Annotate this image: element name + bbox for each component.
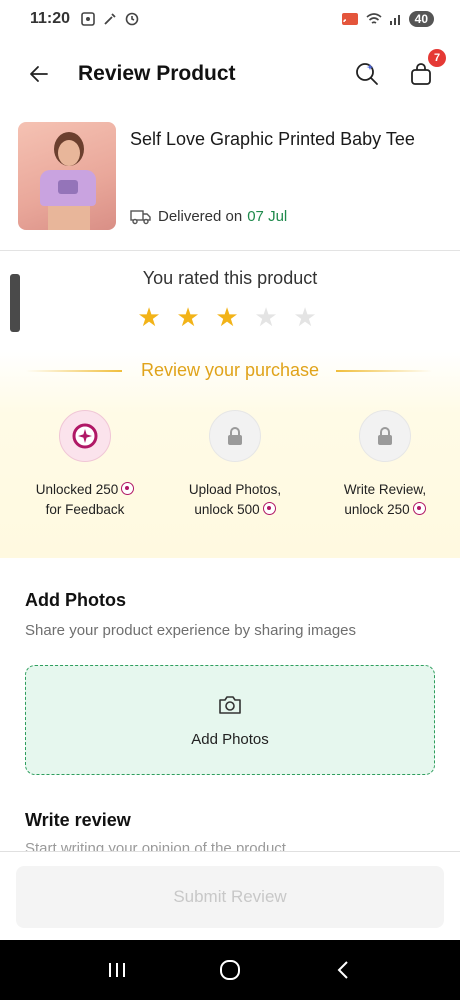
reward-steps: Unlocked 250 for Feedback Upload Photos,… — [0, 410, 460, 520]
step-caption: Write Review, unlock 250 — [343, 482, 427, 517]
star-icon-1[interactable]: ★ — [136, 302, 162, 332]
search-icon — [356, 63, 378, 85]
section-divider — [0, 250, 460, 251]
step-caption: Unlocked 250 for Feedback — [36, 480, 135, 520]
chevron-left-icon — [337, 961, 349, 979]
reward-step-photos: Upload Photos, unlock 500 — [160, 410, 310, 520]
sync-icon — [125, 12, 139, 26]
wifi-icon — [366, 13, 382, 24]
page-title: Review Product — [78, 62, 236, 85]
step-caption: Upload Photos, unlock 500 — [188, 482, 282, 517]
coin-icon — [262, 502, 276, 515]
delivered-date: 07 Jul — [247, 208, 288, 225]
star-icon-2[interactable]: ★ — [175, 302, 201, 332]
cast-icon — [341, 13, 358, 25]
submit-review-button[interactable]: Submit Review — [16, 866, 444, 928]
app-header: Review Product 7 — [0, 46, 460, 102]
add-photos-button[interactable]: Add Photos — [25, 665, 435, 775]
truck-icon — [130, 209, 151, 224]
recent-apps-icon — [108, 963, 125, 977]
step-badge — [359, 410, 411, 462]
camera-icon — [219, 695, 241, 714]
star-icon-5[interactable]: ★ — [292, 302, 318, 332]
delivered-label: Delivered on — [158, 208, 243, 225]
tools-icon — [104, 13, 116, 25]
delivery-status: Delivered on 07 Jul — [130, 208, 287, 225]
reward-step-review: Write Review, unlock 250 — [310, 410, 460, 520]
signal-icon — [389, 15, 400, 25]
arrow-left-icon — [30, 66, 48, 82]
back-button[interactable] — [24, 59, 54, 89]
system-navigation-bar — [0, 940, 460, 1000]
screenshot-icon — [81, 12, 95, 26]
status-system-icons: 40 — [341, 11, 434, 27]
add-photos-subtitle: Share your product experience by sharing… — [25, 622, 357, 639]
add-photos-label: Add Photos — [191, 730, 269, 748]
step-badge — [209, 410, 261, 462]
search-button[interactable] — [352, 59, 382, 89]
star-icon-3[interactable]: ★ — [214, 302, 240, 332]
status-bar: 11:20 40 — [0, 0, 460, 38]
rating-label: You rated this product — [142, 268, 318, 288]
home-icon — [219, 960, 240, 980]
footer-divider — [0, 851, 460, 852]
step-badge — [59, 410, 111, 462]
write-review-title: Write review — [25, 810, 131, 830]
shopping-bag-icon — [411, 63, 431, 85]
system-back-button[interactable] — [323, 950, 363, 990]
coin-icon — [121, 482, 135, 495]
star-icon-4[interactable]: ★ — [253, 302, 279, 332]
coin-icon — [72, 423, 98, 449]
lock-icon — [228, 427, 242, 445]
product-name: Self Love Graphic Printed Baby Tee — [130, 129, 415, 149]
review-purchase-heading: Review your purchase — [140, 360, 320, 380]
star-rating[interactable]: ★ ★ ★ ★ ★ — [136, 302, 318, 332]
status-notification-icons — [80, 11, 140, 27]
cart-button[interactable]: 7 — [406, 49, 446, 89]
product-image — [18, 122, 116, 230]
cart-count-badge: 7 — [428, 49, 446, 67]
home-button[interactable] — [210, 950, 250, 990]
product-summary: Self Love Graphic Printed Baby Tee Deliv… — [18, 122, 442, 234]
battery-indicator: 40 — [408, 11, 434, 27]
lock-icon — [378, 427, 392, 445]
add-photos-title: Add Photos — [25, 590, 126, 610]
reward-step-feedback: Unlocked 250 for Feedback — [10, 410, 160, 520]
coin-icon — [412, 502, 426, 515]
recent-apps-button[interactable] — [97, 950, 137, 990]
status-time: 11:20 — [30, 10, 71, 27]
